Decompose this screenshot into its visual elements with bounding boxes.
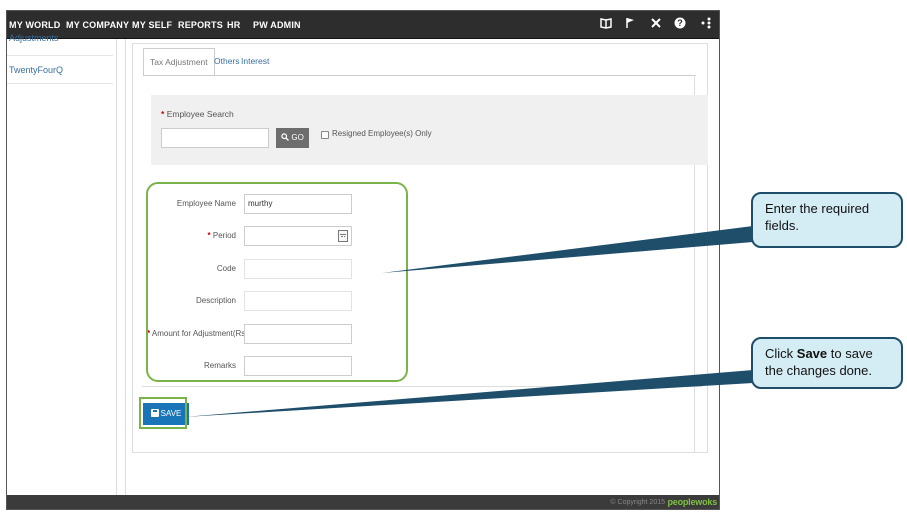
copyright-text: © Copyright 2015 <box>610 499 665 506</box>
book-icon[interactable] <box>599 17 613 31</box>
sidebar: Adjustments TwentyFourQ <box>7 33 117 495</box>
callout-required-fields: Enter the required fields. <box>751 192 903 248</box>
tab-underline <box>143 75 696 76</box>
employee-search-input[interactable] <box>161 128 269 148</box>
form-divider <box>142 386 702 387</box>
share-icon[interactable] <box>699 17 713 31</box>
tab-interest[interactable]: Interest <box>235 48 275 76</box>
employee-search-label: * Employee Search <box>161 109 234 119</box>
top-nav: MY WORLD MY COMPANY MY SELF REPORTS HR P… <box>7 11 719 39</box>
brand-logo: peoplewoks <box>667 497 717 507</box>
sidebar-item-adjustments[interactable]: Adjustments <box>9 33 109 43</box>
form-highlight <box>146 182 408 382</box>
resigned-only-label: Resigned Employee(s) Only <box>332 129 432 138</box>
svg-text:?: ? <box>677 18 683 28</box>
nav-reports[interactable]: REPORTS <box>178 11 223 39</box>
callout-save: Click Save to save the changes done. <box>751 337 903 389</box>
sidebar-divider <box>7 83 113 84</box>
nav-hr[interactable]: HR <box>227 11 240 39</box>
resigned-only-checkbox[interactable] <box>321 131 329 139</box>
search-icon <box>281 133 290 141</box>
save-highlight <box>139 397 187 429</box>
footer: © Copyright 2015 peoplewoks <box>7 495 719 509</box>
sidebar-divider <box>7 55 113 56</box>
flag-icon[interactable] <box>623 17 637 31</box>
go-button[interactable]: GO <box>276 128 309 148</box>
nav-my-self[interactable]: MY SELF <box>132 11 172 39</box>
required-asterisk: * <box>161 109 165 119</box>
tools-icon[interactable] <box>649 17 663 31</box>
tab-tax-adjustment[interactable]: Tax Adjustment <box>143 48 215 76</box>
employee-search-panel: * Employee Search GO Resigned Employee(s… <box>151 95 708 165</box>
sidebar-item-twentyfourq[interactable]: TwentyFourQ <box>9 65 109 75</box>
nav-pw-admin[interactable]: PW ADMIN <box>253 11 301 39</box>
help-icon[interactable]: ? <box>673 17 687 31</box>
